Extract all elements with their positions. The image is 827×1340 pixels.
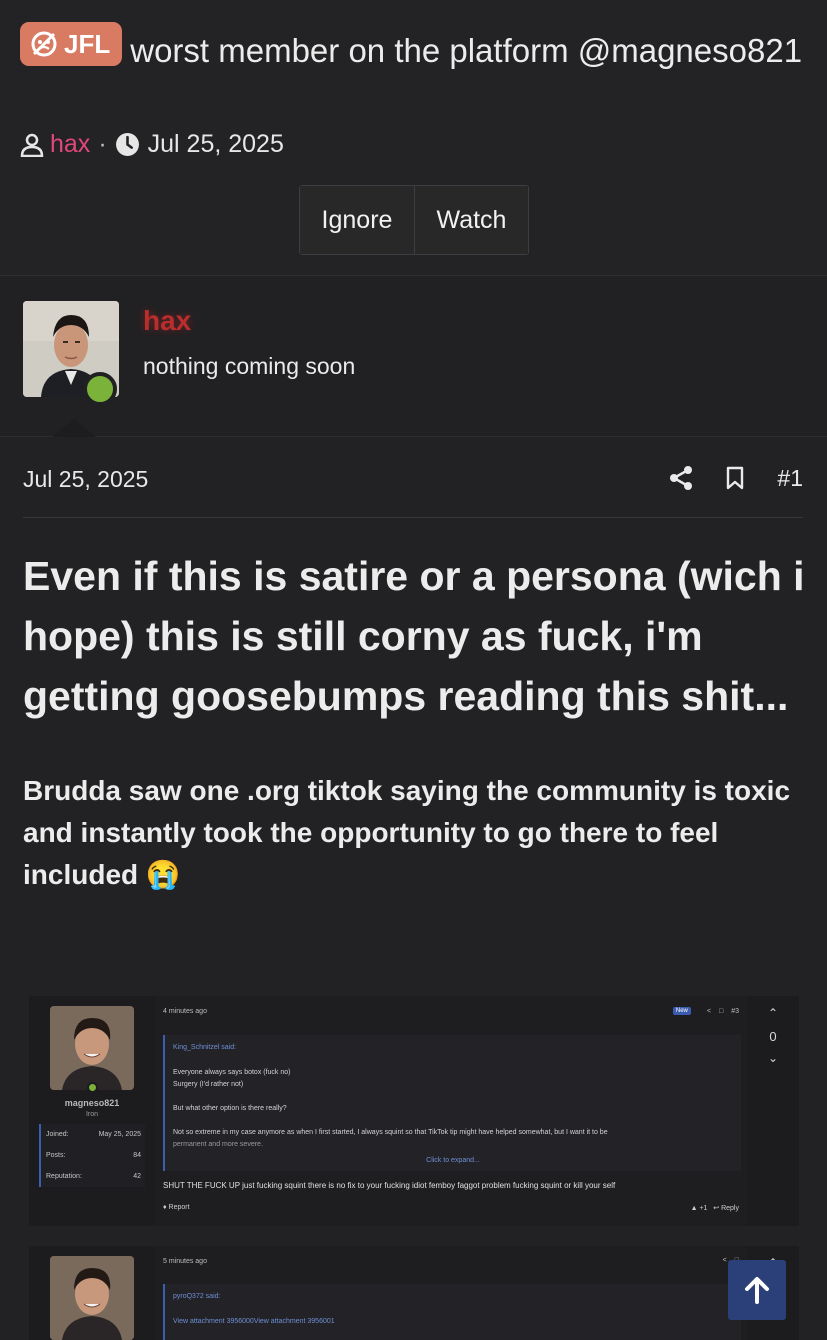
share-icon — [670, 466, 693, 490]
quote-line: Surgery (I'd rather not) — [173, 1081, 244, 1088]
post-user-block: hax nothing coming soon — [0, 277, 827, 437]
post-header: Jul 25, 2025 #1 — [23, 462, 803, 518]
reaction-count: +1 — [699, 1205, 708, 1212]
thread-author-link[interactable]: hax — [50, 130, 90, 159]
thread-title-text: worst member on the platform @magneso821 — [130, 32, 803, 69]
chevron-down-icon: ⌄ — [767, 1051, 779, 1065]
post-username[interactable]: hax — [143, 305, 191, 337]
thread-meta: hax · Jul 25, 2025 — [20, 130, 284, 159]
watch-button[interactable]: Watch — [414, 186, 528, 254]
embedded-username: magneso821 — [64, 1098, 120, 1108]
attachment-links: View attachment 3956000View attachment 3… — [173, 1318, 335, 1325]
stat-label: Joined: — [46, 1131, 69, 1138]
bookmark-icon — [727, 466, 744, 490]
stat-label: Posts: — [46, 1152, 66, 1159]
embedded-quote: pyroQ372 said: View attachment 3956000Vi… — [163, 1284, 741, 1340]
stat-row: Posts: 84 — [39, 1145, 145, 1166]
embedded-post-main: 4 minutes ago New < □ #3 King_Schnitzel … — [155, 996, 747, 1226]
post-number-link[interactable]: #1 — [777, 465, 803, 492]
stat-label: Reputation: — [46, 1173, 82, 1180]
thread-title: JFL worst member on the platform @magnes… — [20, 22, 810, 76]
new-badge: New — [672, 1007, 691, 1015]
user-title: nothing coming soon — [143, 353, 356, 379]
post-actions: #1 — [637, 462, 803, 494]
thread-header: JFL worst member on the platform @magnes… — [0, 0, 827, 276]
embedded-report: ♦ Report — [163, 1204, 190, 1211]
embedded-screenshot-1[interactable]: magneso821 Iron Joined: May 25, 2025 Post… — [29, 996, 799, 1226]
embedded-avatar — [50, 1006, 134, 1090]
embedded-avatar — [50, 1256, 134, 1340]
prefix-badge[interactable]: JFL — [20, 22, 123, 66]
stat-row: Reputation: 42 — [39, 1166, 145, 1187]
jfl-icon — [31, 31, 57, 57]
post-date[interactable]: Jul 25, 2025 — [23, 466, 148, 493]
ignore-button[interactable]: Ignore — [300, 186, 414, 254]
quote-line: Everyone always says botox (fuck no) — [173, 1069, 291, 1076]
report-label: Report — [168, 1204, 190, 1211]
quote-attribution: King_Schnitzel said: — [173, 1044, 237, 1051]
prefix-label: JFL — [64, 28, 111, 59]
thread-actions: Ignore Watch — [299, 185, 529, 255]
quote-line: permanent and more severe. — [173, 1141, 263, 1148]
post-body-text: Brudda saw one .org tiktok saying the co… — [23, 775, 791, 890]
vote-score: 0 — [769, 1029, 777, 1044]
stat-value: 84 — [133, 1152, 141, 1159]
embedded-vote-column: ⌃ 0 ⌄ — [747, 996, 799, 1226]
embedded-user-sidebar: magneso821 Iron Joined: May 25, 2025 Post… — [29, 996, 155, 1226]
click-to-expand: Click to expand... — [426, 1157, 480, 1164]
share-icon: < — [706, 1007, 711, 1015]
stat-row: Joined: May 25, 2025 — [39, 1124, 145, 1145]
embedded-reply-text: SHUT THE FUCK UP just fucking squint the… — [163, 1181, 616, 1190]
stat-value: May 25, 2025 — [98, 1131, 141, 1138]
embedded-actions: New < □ #3 — [672, 1007, 739, 1015]
embedded-time: 4 minutes ago — [163, 1008, 207, 1015]
post-body: Even if this is satire or a persona (wic… — [23, 546, 813, 896]
online-status-indicator — [83, 372, 117, 406]
quote-line: But what other option is there really? — [173, 1105, 287, 1112]
embedded-quote: King_Schnitzel said: Everyone always say… — [163, 1035, 741, 1171]
embedded-post-main: 5 minutes ago < □ pyroQ372 said: View at… — [155, 1246, 747, 1340]
arrow-up-icon — [745, 1277, 769, 1304]
quote-line: Not so extreme in my case anymore as whe… — [173, 1129, 608, 1136]
embedded-stats: Joined: May 25, 2025 Posts: 84 Reputation:… — [39, 1124, 145, 1187]
chevron-up-icon: ⌃ — [767, 1006, 779, 1020]
share-button[interactable] — [669, 465, 693, 491]
quote-attribution: pyroQ372 said: — [173, 1293, 221, 1300]
thread-date[interactable]: Jul 25, 2025 — [148, 130, 284, 159]
post-heading-text: Even if this is satire or a persona (wic… — [23, 553, 805, 719]
embedded-time: 5 minutes ago — [163, 1258, 207, 1265]
bookmark-button[interactable] — [725, 466, 745, 490]
embedded-screenshot-2[interactable]: 5 minutes ago < □ pyroQ372 said: View at… — [29, 1246, 799, 1340]
bookmark-icon: □ — [718, 1007, 724, 1015]
embedded-user-sidebar — [29, 1246, 155, 1340]
stat-value: 42 — [133, 1173, 141, 1180]
user-icon — [20, 133, 44, 157]
user-block-pointer — [52, 419, 96, 437]
share-icon: < — [722, 1257, 727, 1264]
scroll-to-top-button[interactable] — [728, 1260, 786, 1320]
embedded-post-number: #3 — [731, 1007, 739, 1015]
meta-separator: · — [98, 130, 107, 158]
clock-icon — [115, 133, 139, 156]
embedded-rank: Iron — [85, 1111, 99, 1118]
embedded-reactions: ▲ +1 ↩ Reply — [690, 1205, 739, 1212]
reply-label: Reply — [721, 1205, 739, 1212]
embedded-online-indicator — [87, 1082, 98, 1093]
